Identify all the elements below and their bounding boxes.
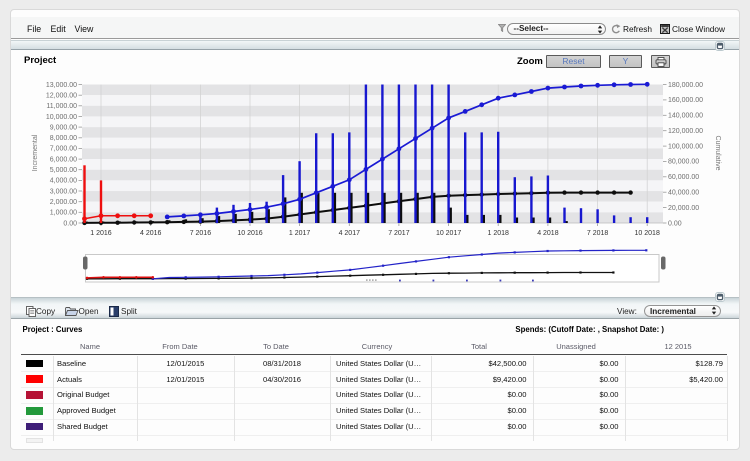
svg-text:10 2018: 10 2018 [635,230,660,237]
svg-text:0.00: 0.00 [668,220,682,227]
svg-text:2,000.00: 2,000.00 [50,199,77,206]
svg-text:4 2016: 4 2016 [140,230,162,237]
svg-text:4 2018: 4 2018 [537,230,559,237]
svg-text:4 2017: 4 2017 [339,230,361,237]
svg-text:9,000.00: 9,000.00 [50,124,77,131]
svg-text:Incremental: Incremental [32,134,39,171]
svg-text:8,000.00: 8,000.00 [50,135,77,142]
svg-text:5,000.00: 5,000.00 [50,167,77,174]
svg-text:1 2018: 1 2018 [487,230,509,237]
svg-text:40,000.00: 40,000.00 [668,190,699,197]
svg-text:60,000.00: 60,000.00 [668,174,699,181]
svg-text:6,000.00: 6,000.00 [50,156,77,163]
svg-text:140,000.00: 140,000.00 [668,113,703,120]
svg-text:80,000.00: 80,000.00 [668,159,699,166]
svg-text:120,000.00: 120,000.00 [668,128,703,135]
svg-text:3,000.00: 3,000.00 [50,188,77,195]
svg-text:11,000.00: 11,000.00 [46,103,77,110]
svg-text:20,000.00: 20,000.00 [668,205,699,212]
svg-text:Cumulative: Cumulative [714,135,721,170]
svg-text:100,000.00: 100,000.00 [668,143,703,150]
svg-text:10 2017: 10 2017 [436,230,461,237]
svg-text:10,000.00: 10,000.00 [46,114,77,121]
svg-text:1 2017: 1 2017 [289,230,311,237]
svg-text:12,000.00: 12,000.00 [46,93,77,100]
svg-text:7 2016: 7 2016 [190,230,212,237]
svg-text:7,000.00: 7,000.00 [50,146,77,153]
svg-text:7 2017: 7 2017 [388,230,410,237]
svg-text:4,000.00: 4,000.00 [50,178,77,185]
svg-text:10 2016: 10 2016 [237,230,262,237]
svg-text:1 2016: 1 2016 [90,230,112,237]
svg-text:13,000.00: 13,000.00 [46,82,77,89]
svg-text:180,000.00: 180,000.00 [668,82,703,89]
svg-text:1,000.00: 1,000.00 [50,210,77,217]
svg-text:160,000.00: 160,000.00 [668,97,703,104]
svg-text:0.00: 0.00 [63,220,77,227]
svg-text:7 2018: 7 2018 [587,230,609,237]
